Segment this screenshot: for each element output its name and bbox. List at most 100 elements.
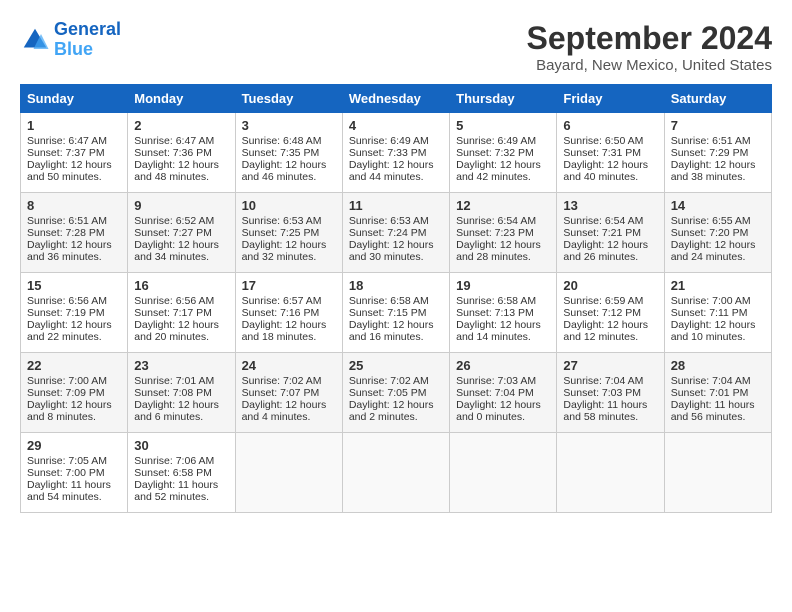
- calendar-cell: 29Sunrise: 7:05 AMSunset: 7:00 PMDayligh…: [21, 433, 128, 513]
- sunset-text: Sunset: 6:58 PM: [134, 467, 212, 479]
- calendar-cell: 2Sunrise: 6:47 AMSunset: 7:36 PMDaylight…: [128, 113, 235, 193]
- sunrise-text: Sunrise: 7:02 AM: [242, 375, 322, 387]
- daylight-text: Daylight: 12 hours and 12 minutes.: [563, 319, 648, 343]
- calendar-body: 1Sunrise: 6:47 AMSunset: 7:37 PMDaylight…: [21, 113, 772, 513]
- sunset-text: Sunset: 7:31 PM: [563, 147, 641, 159]
- calendar-header-cell: Friday: [557, 85, 664, 113]
- day-number: 13: [563, 198, 657, 213]
- calendar-cell: 17Sunrise: 6:57 AMSunset: 7:16 PMDayligh…: [235, 273, 342, 353]
- day-number: 10: [242, 198, 336, 213]
- calendar-week-row: 1Sunrise: 6:47 AMSunset: 7:37 PMDaylight…: [21, 113, 772, 193]
- sunset-text: Sunset: 7:19 PM: [27, 307, 105, 319]
- sunrise-text: Sunrise: 6:52 AM: [134, 215, 214, 227]
- sunrise-text: Sunrise: 6:58 AM: [456, 295, 536, 307]
- sunset-text: Sunset: 7:16 PM: [242, 307, 320, 319]
- calendar-header-cell: Tuesday: [235, 85, 342, 113]
- calendar-cell: 20Sunrise: 6:59 AMSunset: 7:12 PMDayligh…: [557, 273, 664, 353]
- daylight-text: Daylight: 12 hours and 44 minutes.: [349, 159, 434, 183]
- sunrise-text: Sunrise: 6:56 AM: [27, 295, 107, 307]
- daylight-text: Daylight: 12 hours and 14 minutes.: [456, 319, 541, 343]
- sunset-text: Sunset: 7:33 PM: [349, 147, 427, 159]
- sunrise-text: Sunrise: 6:47 AM: [27, 135, 107, 147]
- sunrise-text: Sunrise: 6:56 AM: [134, 295, 214, 307]
- day-number: 28: [671, 358, 765, 373]
- daylight-text: Daylight: 12 hours and 50 minutes.: [27, 159, 112, 183]
- daylight-text: Daylight: 12 hours and 2 minutes.: [349, 399, 434, 423]
- sunrise-text: Sunrise: 6:47 AM: [134, 135, 214, 147]
- calendar-cell: 22Sunrise: 7:00 AMSunset: 7:09 PMDayligh…: [21, 353, 128, 433]
- calendar-header-cell: Monday: [128, 85, 235, 113]
- sunrise-text: Sunrise: 7:01 AM: [134, 375, 214, 387]
- calendar-header-cell: Saturday: [664, 85, 771, 113]
- day-number: 11: [349, 198, 443, 213]
- day-number: 21: [671, 278, 765, 293]
- sunset-text: Sunset: 7:23 PM: [456, 227, 534, 239]
- calendar-cell: 10Sunrise: 6:53 AMSunset: 7:25 PMDayligh…: [235, 193, 342, 273]
- calendar-cell: 4Sunrise: 6:49 AMSunset: 7:33 PMDaylight…: [342, 113, 449, 193]
- day-number: 17: [242, 278, 336, 293]
- calendar-cell: 21 Sunrise: 7:00 AMSunset: 7:11 PMDayligh…: [664, 273, 771, 353]
- daylight-text: Daylight: 12 hours and 26 minutes.: [563, 239, 648, 263]
- sunrise-text: Sunrise: 7:00 AM: [671, 295, 751, 307]
- sunset-text: Sunset: 7:11 PM: [671, 307, 748, 319]
- sunrise-text: Sunrise: 7:03 AM: [456, 375, 536, 387]
- daylight-text: Daylight: 12 hours and 30 minutes.: [349, 239, 434, 263]
- calendar-cell: 14Sunrise: 6:55 AMSunset: 7:20 PMDayligh…: [664, 193, 771, 273]
- calendar-cell: 13Sunrise: 6:54 AMSunset: 7:21 PMDayligh…: [557, 193, 664, 273]
- calendar-cell: 27Sunrise: 7:04 AMSunset: 7:03 PMDayligh…: [557, 353, 664, 433]
- sunrise-text: Sunrise: 7:04 AM: [563, 375, 643, 387]
- sunset-text: Sunset: 7:05 PM: [349, 387, 427, 399]
- daylight-text: Daylight: 12 hours and 18 minutes.: [242, 319, 327, 343]
- calendar-cell: 11Sunrise: 6:53 AMSunset: 7:24 PMDayligh…: [342, 193, 449, 273]
- daylight-text: Daylight: 12 hours and 16 minutes.: [349, 319, 434, 343]
- day-number: 24: [242, 358, 336, 373]
- calendar-cell: 8Sunrise: 6:51 AMSunset: 7:28 PMDaylight…: [21, 193, 128, 273]
- sunrise-text: Sunrise: 6:51 AM: [27, 215, 107, 227]
- calendar-cell: 3Sunrise: 6:48 AMSunset: 7:35 PMDaylight…: [235, 113, 342, 193]
- daylight-text: Daylight: 12 hours and 6 minutes.: [134, 399, 219, 423]
- sunset-text: Sunset: 7:08 PM: [134, 387, 212, 399]
- calendar-header-cell: Wednesday: [342, 85, 449, 113]
- daylight-text: Daylight: 11 hours and 56 minutes.: [671, 399, 755, 423]
- sunset-text: Sunset: 7:09 PM: [27, 387, 105, 399]
- sunset-text: Sunset: 7:13 PM: [456, 307, 534, 319]
- daylight-text: Daylight: 12 hours and 40 minutes.: [563, 159, 648, 183]
- sunset-text: Sunset: 7:15 PM: [349, 307, 427, 319]
- day-number: 25: [349, 358, 443, 373]
- day-number: 18: [349, 278, 443, 293]
- calendar-cell: 30 Sunrise: 7:06 AMSunset: 6:58 PMDayligh…: [128, 433, 235, 513]
- calendar-week-row: 22Sunrise: 7:00 AMSunset: 7:09 PMDayligh…: [21, 353, 772, 433]
- sunset-text: Sunset: 7:25 PM: [242, 227, 320, 239]
- calendar-table: SundayMondayTuesdayWednesdayThursdayFrid…: [20, 84, 772, 513]
- calendar-cell: 16Sunrise: 6:56 AMSunset: 7:17 PMDayligh…: [128, 273, 235, 353]
- calendar-header-cell: Thursday: [450, 85, 557, 113]
- calendar-cell: 24Sunrise: 7:02 AMSunset: 7:07 PMDayligh…: [235, 353, 342, 433]
- daylight-text: Daylight: 12 hours and 10 minutes.: [671, 319, 756, 343]
- daylight-text: Daylight: 12 hours and 38 minutes.: [671, 159, 756, 183]
- location-title: Bayard, New Mexico, United States: [527, 57, 772, 74]
- calendar-cell: 19Sunrise: 6:58 AMSunset: 7:13 PMDayligh…: [450, 273, 557, 353]
- calendar-week-row: 15Sunrise: 6:56 AMSunset: 7:19 PMDayligh…: [21, 273, 772, 353]
- daylight-text: Daylight: 11 hours and 52 minutes.: [134, 479, 218, 503]
- daylight-text: Daylight: 12 hours and 36 minutes.: [27, 239, 112, 263]
- sunrise-text: Sunrise: 7:06 AM: [134, 455, 214, 467]
- calendar-cell: 25Sunrise: 7:02 AMSunset: 7:05 PMDayligh…: [342, 353, 449, 433]
- day-number: 6: [563, 118, 657, 133]
- sunrise-text: Sunrise: 6:54 AM: [563, 215, 643, 227]
- sunrise-text: Sunrise: 6:49 AM: [349, 135, 429, 147]
- calendar-cell: [450, 433, 557, 513]
- calendar-week-row: 29Sunrise: 7:05 AMSunset: 7:00 PMDayligh…: [21, 433, 772, 513]
- sunrise-text: Sunrise: 7:04 AM: [671, 375, 751, 387]
- logo-text: GeneralBlue: [54, 20, 121, 60]
- title-area: September 2024 Bayard, New Mexico, Unite…: [527, 20, 772, 74]
- daylight-text: Daylight: 12 hours and 42 minutes.: [456, 159, 541, 183]
- daylight-text: Daylight: 12 hours and 22 minutes.: [27, 319, 112, 343]
- calendar-week-row: 8Sunrise: 6:51 AMSunset: 7:28 PMDaylight…: [21, 193, 772, 273]
- calendar-cell: 18Sunrise: 6:58 AMSunset: 7:15 PMDayligh…: [342, 273, 449, 353]
- calendar-header-row: SundayMondayTuesdayWednesdayThursdayFrid…: [21, 85, 772, 113]
- day-number: 30: [134, 438, 228, 453]
- calendar-header-cell: Sunday: [21, 85, 128, 113]
- day-number: 20: [563, 278, 657, 293]
- calendar-cell: 1Sunrise: 6:47 AMSunset: 7:37 PMDaylight…: [21, 113, 128, 193]
- day-number: 3: [242, 118, 336, 133]
